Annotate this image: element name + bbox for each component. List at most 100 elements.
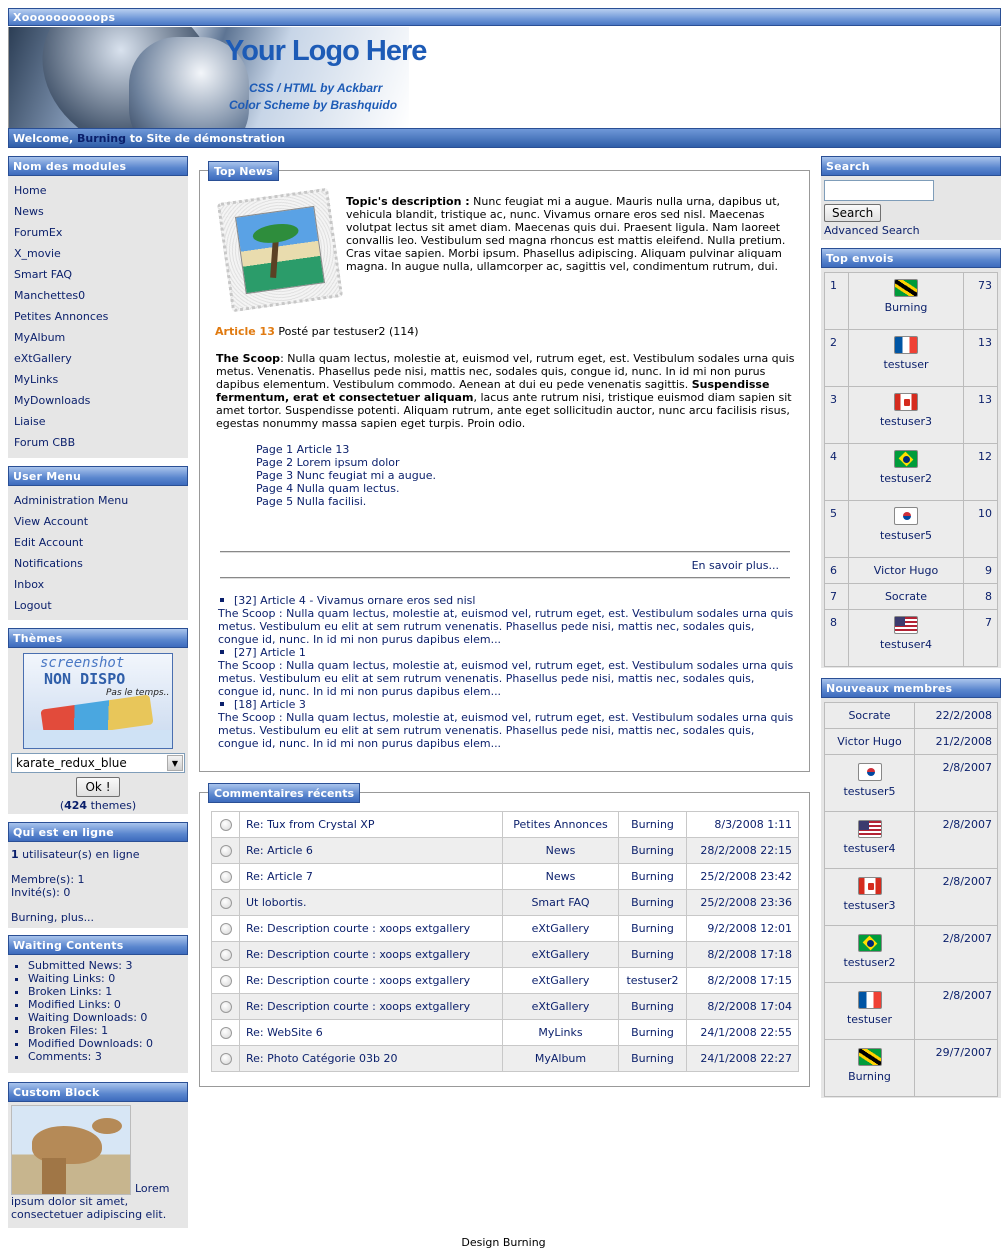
waiting-item[interactable]: Submitted News: 3 bbox=[28, 959, 188, 972]
comment-title-link[interactable]: Re: WebSite 6 bbox=[239, 1019, 503, 1046]
comment-title-link[interactable]: Ut lobortis. bbox=[239, 889, 503, 916]
custom-link[interactable]: Lorem bbox=[135, 1182, 169, 1195]
comment-module-link[interactable]: News bbox=[502, 863, 619, 890]
welcome-username[interactable]: Burning bbox=[77, 132, 126, 145]
new-member-link[interactable]: testuser2 bbox=[843, 956, 895, 969]
other-news-title-link[interactable]: [32] Article 4 - Vivamus ornare eros sed… bbox=[234, 594, 475, 607]
user-menu-edit-account[interactable]: Edit Account bbox=[8, 532, 188, 553]
new-member-link[interactable]: Victor Hugo bbox=[837, 735, 901, 748]
top-envois-table: 1 Burning 73 2 testuser 13 3 testuser3 13 4 testus… bbox=[824, 272, 998, 667]
top-envois-user-link[interactable]: testuser3 bbox=[880, 415, 932, 428]
comment-user-link[interactable]: Burning bbox=[618, 1045, 687, 1072]
top-envois-user-link[interactable]: Victor Hugo bbox=[874, 564, 938, 577]
comment-user-link[interactable]: Burning bbox=[618, 811, 687, 838]
top-envois-user-link[interactable]: testuser4 bbox=[880, 638, 932, 651]
waiting-item[interactable]: Modified Downloads: 0 bbox=[28, 1037, 188, 1050]
new-member-link[interactable]: testuser4 bbox=[843, 842, 895, 855]
module-link-petites-annonces[interactable]: Petites Annonces bbox=[8, 306, 188, 327]
comment-module-link[interactable]: eXtGallery bbox=[502, 941, 619, 968]
comment-user-link[interactable]: Burning bbox=[618, 1019, 687, 1046]
module-link-smart-faq[interactable]: Smart FAQ bbox=[8, 264, 188, 285]
comment-user-link[interactable]: Burning bbox=[618, 941, 687, 968]
new-member-link[interactable]: testuser5 bbox=[843, 785, 895, 798]
comment-row: Re: Description courte : xoops extgaller… bbox=[211, 941, 799, 968]
comment-module-link[interactable]: eXtGallery bbox=[502, 915, 619, 942]
comment-module-link[interactable]: MyLinks bbox=[502, 1019, 619, 1046]
comment-title-link[interactable]: Re: Article 7 bbox=[239, 863, 503, 890]
other-news-title-link[interactable]: [18] Article 3 bbox=[234, 698, 306, 711]
comment-title-link[interactable]: Re: Article 6 bbox=[239, 837, 503, 864]
comment-user-link[interactable]: Burning bbox=[618, 837, 687, 864]
comment-module-link[interactable]: Smart FAQ bbox=[502, 889, 619, 916]
flag-fr-icon bbox=[894, 336, 918, 354]
waiting-item[interactable]: Broken Files: 1 bbox=[28, 1024, 188, 1037]
comment-module-link[interactable]: Petites Annonces bbox=[502, 811, 619, 838]
comment-module-link[interactable]: MyAlbum bbox=[502, 1045, 619, 1072]
module-link-extgallery[interactable]: eXtGallery bbox=[8, 348, 188, 369]
theme-ok-button[interactable]: Ok ! bbox=[76, 777, 120, 797]
new-member-link[interactable]: testuser bbox=[847, 1013, 892, 1026]
top-envois-user-link[interactable]: Burning bbox=[885, 301, 928, 314]
new-member-link[interactable]: testuser3 bbox=[843, 899, 895, 912]
read-more-link[interactable]: En savoir plus... bbox=[692, 559, 779, 572]
module-link-mydownloads[interactable]: MyDownloads bbox=[8, 390, 188, 411]
comment-user-link[interactable]: testuser2 bbox=[618, 967, 687, 994]
top-envois-user-link[interactable]: testuser5 bbox=[880, 529, 932, 542]
waiting-item[interactable]: Waiting Links: 0 bbox=[28, 972, 188, 985]
article-page-link[interactable]: Page 1 Article 13 bbox=[256, 443, 436, 456]
comment-title-link[interactable]: Re: Photo Catégorie 03b 20 bbox=[239, 1045, 503, 1072]
top-envois-user-link[interactable]: testuser bbox=[883, 358, 928, 371]
module-link-news[interactable]: News bbox=[8, 201, 188, 222]
comment-title-link[interactable]: Re: Description courte : xoops extgaller… bbox=[239, 941, 503, 968]
new-member-date: 2/8/2007 bbox=[914, 925, 998, 983]
comment-title-link[interactable]: Re: Description courte : xoops extgaller… bbox=[239, 967, 503, 994]
online-more-link[interactable]: Burning, plus... bbox=[11, 911, 185, 924]
module-link-forumex[interactable]: ForumEx bbox=[8, 222, 188, 243]
top-envois-row: 6 Victor Hugo 9 bbox=[824, 557, 998, 584]
comment-title-link[interactable]: Re: Tux from Crystal XP bbox=[239, 811, 503, 838]
user-menu-logout[interactable]: Logout bbox=[8, 595, 188, 616]
welcome-bar: Welcome, Burning to Site de démonstratio… bbox=[8, 128, 1001, 148]
article-page-link[interactable]: Page 3 Nunc feugiat mi a augue. bbox=[256, 469, 436, 482]
article-page-link[interactable]: Page 2 Lorem ipsum dolor bbox=[256, 456, 436, 469]
comment-module-link[interactable]: eXtGallery bbox=[502, 967, 619, 994]
comment-user-link[interactable]: Burning bbox=[618, 863, 687, 890]
article-page-link[interactable]: Page 4 Nulla quam lectus. bbox=[256, 482, 436, 495]
user-menu-administration-menu[interactable]: Administration Menu bbox=[8, 490, 188, 511]
article-title-link[interactable]: Article 13 bbox=[215, 325, 275, 338]
module-link-x-movie[interactable]: X_movie bbox=[8, 243, 188, 264]
top-envois-user-link[interactable]: Socrate bbox=[885, 590, 927, 603]
logo-title[interactable]: Your Logo Here bbox=[225, 35, 427, 68]
module-link-mylinks[interactable]: MyLinks bbox=[8, 369, 188, 390]
search-input[interactable] bbox=[824, 180, 934, 201]
comment-module-link[interactable]: eXtGallery bbox=[502, 993, 619, 1020]
user-menu-view-account[interactable]: View Account bbox=[8, 511, 188, 532]
comment-row: Re: Photo Catégorie 03b 20 MyAlbum Burning… bbox=[211, 1045, 799, 1072]
module-link-forum-cbb[interactable]: Forum CBB bbox=[8, 432, 188, 453]
other-news-list: [32] Article 4 - Vivamus ornare eros sed… bbox=[218, 594, 794, 750]
theme-select[interactable]: karate_redux_blue ▼ bbox=[11, 753, 185, 773]
new-member-link[interactable]: Burning bbox=[848, 1070, 891, 1083]
comment-user-link[interactable]: Burning bbox=[618, 889, 687, 916]
article-page-link[interactable]: Page 5 Nulla facilisi. bbox=[256, 495, 436, 508]
top-envois-user-link[interactable]: testuser2 bbox=[880, 472, 932, 485]
comment-user-link[interactable]: Burning bbox=[618, 915, 687, 942]
user-menu-inbox[interactable]: Inbox bbox=[8, 574, 188, 595]
waiting-item[interactable]: Modified Links: 0 bbox=[28, 998, 188, 1011]
waiting-item[interactable]: Broken Links: 1 bbox=[28, 985, 188, 998]
search-button[interactable]: Search bbox=[824, 204, 882, 222]
comment-title-link[interactable]: Re: Description courte : xoops extgaller… bbox=[239, 993, 503, 1020]
new-member-link[interactable]: Socrate bbox=[848, 709, 890, 722]
module-link-manchettes0[interactable]: Manchettes0 bbox=[8, 285, 188, 306]
waiting-item[interactable]: Comments: 3 bbox=[28, 1050, 188, 1063]
comment-user-link[interactable]: Burning bbox=[618, 993, 687, 1020]
waiting-item[interactable]: Waiting Downloads: 0 bbox=[28, 1011, 188, 1024]
module-link-myalbum[interactable]: MyAlbum bbox=[8, 327, 188, 348]
advanced-search-link[interactable]: Advanced Search bbox=[824, 224, 998, 237]
comment-module-link[interactable]: News bbox=[502, 837, 619, 864]
module-link-liaise[interactable]: Liaise bbox=[8, 411, 188, 432]
other-news-title-link[interactable]: [27] Article 1 bbox=[234, 646, 306, 659]
comment-title-link[interactable]: Re: Description courte : xoops extgaller… bbox=[239, 915, 503, 942]
user-menu-notifications[interactable]: Notifications bbox=[8, 553, 188, 574]
module-link-home[interactable]: Home bbox=[8, 180, 188, 201]
